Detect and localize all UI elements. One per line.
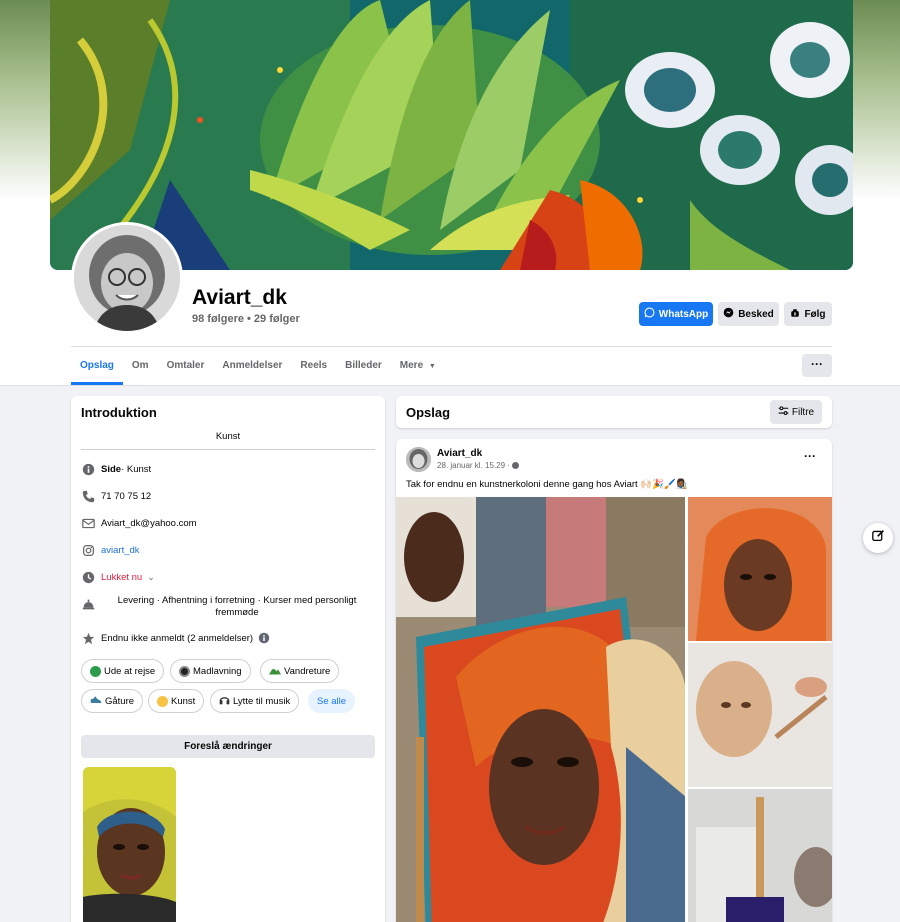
cover-photo[interactable] xyxy=(50,0,853,270)
email-icon xyxy=(81,516,95,530)
tab-about[interactable]: Om xyxy=(123,347,158,385)
shoe-icon xyxy=(90,695,102,707)
globe-icon xyxy=(90,665,101,677)
follow-label: Følg xyxy=(804,308,826,320)
instagram-row: aviart_dk xyxy=(81,543,381,557)
message-label: Besked xyxy=(738,308,774,320)
page-type-row: Side · Kunst xyxy=(81,462,381,476)
whatsapp-button[interactable]: WhatsApp xyxy=(639,302,713,326)
follow-button[interactable]: Følg xyxy=(784,302,832,326)
whatsapp-label: WhatsApp xyxy=(658,308,709,320)
info-circle-icon[interactable] xyxy=(258,632,270,644)
post-text: Tak for endnu en kunstnerkoloni denne ga… xyxy=(406,479,688,490)
tab-mentions[interactable]: Omtaler xyxy=(158,347,214,385)
sliders-icon xyxy=(778,405,789,419)
rating-text: Endnu ikke anmeldt (2 anmeldelser) xyxy=(101,632,254,644)
more-options-button[interactable]: ··· xyxy=(802,354,832,377)
post-date-text: 28. januar kl. 15.29 · xyxy=(437,461,513,470)
suggest-edits-button[interactable]: Foreslå ændringer xyxy=(81,735,375,758)
follow-icon xyxy=(790,308,800,321)
post-options-button[interactable]: ··· xyxy=(804,449,816,463)
intro-bio: Kunst xyxy=(215,431,241,442)
interest-chip-hiking[interactable]: Vandreture xyxy=(260,659,340,683)
profile-header: Aviart_dk 98 følgere • 29 følger WhatsAp… xyxy=(0,0,900,386)
post-image-gallery[interactable] xyxy=(396,497,832,922)
star-icon xyxy=(81,631,95,645)
interest-label: Vandreture xyxy=(284,665,331,677)
whatsapp-icon xyxy=(644,307,655,321)
intro-title: Introduktion xyxy=(81,405,157,420)
interest-chip-travel[interactable]: Ude at rejse xyxy=(81,659,165,683)
post-timestamp[interactable]: 28. januar kl. 15.29 · xyxy=(437,461,520,470)
page-name: Aviart_dk xyxy=(192,286,287,309)
interest-chip-music[interactable]: Lytte til musik xyxy=(210,689,300,713)
tab-more-label: Mere xyxy=(399,360,424,371)
compose-message-button[interactable] xyxy=(863,523,893,553)
page-type-value: · Kunst xyxy=(121,463,152,475)
email-address[interactable]: Aviart_dk@yahoo.com xyxy=(101,518,197,529)
tab-posts[interactable]: Opslag xyxy=(71,347,123,385)
services-text: Levering · Afhentning i forretning · Kur… xyxy=(117,595,357,618)
interest-chip-walking[interactable]: Gåture xyxy=(81,689,144,713)
info-icon xyxy=(81,462,95,476)
interest-chip-cooking[interactable]: Madlavning xyxy=(170,659,251,683)
clock-icon xyxy=(81,570,95,584)
post-author-name[interactable]: Aviart_dk xyxy=(437,448,482,459)
palette-icon xyxy=(157,695,168,707)
headphones-icon xyxy=(219,694,230,708)
cooking-icon xyxy=(179,665,190,677)
instagram-link[interactable]: aviart_dk xyxy=(101,545,140,556)
posts-header-card: Opslag Filtre xyxy=(396,396,832,428)
interest-label: Kunst xyxy=(171,695,196,707)
post-card: Aviart_dk 28. januar kl. 15.29 · ··· Tak… xyxy=(396,439,832,922)
tab-reviews[interactable]: Anmeldelser xyxy=(213,347,291,385)
filter-label: Filtre xyxy=(791,406,815,418)
interest-label: Madlavning xyxy=(193,665,242,677)
intro-card: Introduktion Kunst Side · Kunst 71 70 75… xyxy=(71,396,385,922)
posts-title: Opslag xyxy=(406,405,451,420)
rating-row: Endnu ikke anmeldt (2 anmeldelser) xyxy=(81,631,381,645)
chevron-down-icon[interactable]: ⌄ xyxy=(147,572,155,583)
mountain-icon xyxy=(269,665,281,678)
see-all-interests[interactable]: Se alle xyxy=(308,689,356,713)
phone-row: 71 70 75 12 xyxy=(81,489,381,503)
services-row: Levering · Afhentning i forretning · Kur… xyxy=(81,595,381,619)
phone-number[interactable]: 71 70 75 12 xyxy=(101,491,151,502)
email-row: Aviart_dk@yahoo.com xyxy=(81,516,381,530)
caret-down-icon: ▼ xyxy=(428,363,436,370)
intro-divider xyxy=(81,449,375,450)
post-author-avatar[interactable] xyxy=(406,447,431,472)
page-type-label: Side xyxy=(101,463,122,475)
interest-label: Gåture xyxy=(105,695,135,707)
message-button[interactable]: Besked xyxy=(718,302,779,326)
tab-reels[interactable]: Reels xyxy=(291,347,336,385)
interest-label: Lytte til musik xyxy=(233,695,291,707)
instagram-icon xyxy=(81,543,95,557)
filter-button[interactable]: Filtre xyxy=(770,400,822,424)
messenger-icon xyxy=(723,307,734,321)
profile-avatar[interactable] xyxy=(71,222,183,334)
service-bell-icon xyxy=(81,597,95,611)
edit-icon xyxy=(871,529,885,547)
profile-tabs: Opslag Om Omtaler Anmeldelser Reels Bill… xyxy=(71,347,445,385)
phone-icon xyxy=(81,489,95,503)
featured-photo[interactable] xyxy=(83,767,176,922)
followers-count[interactable]: 98 følgere • 29 følger xyxy=(192,313,300,325)
globe-icon xyxy=(512,462,520,470)
interest-chip-art[interactable]: Kunst xyxy=(148,689,205,713)
tab-photos[interactable]: Billeder xyxy=(336,347,391,385)
hours-status[interactable]: Lukket nu xyxy=(101,572,142,583)
tab-more[interactable]: Mere ▼ xyxy=(391,347,445,385)
interest-label: Ude at rejse xyxy=(104,665,156,677)
hours-row: Lukket nu ⌄ xyxy=(81,570,381,584)
